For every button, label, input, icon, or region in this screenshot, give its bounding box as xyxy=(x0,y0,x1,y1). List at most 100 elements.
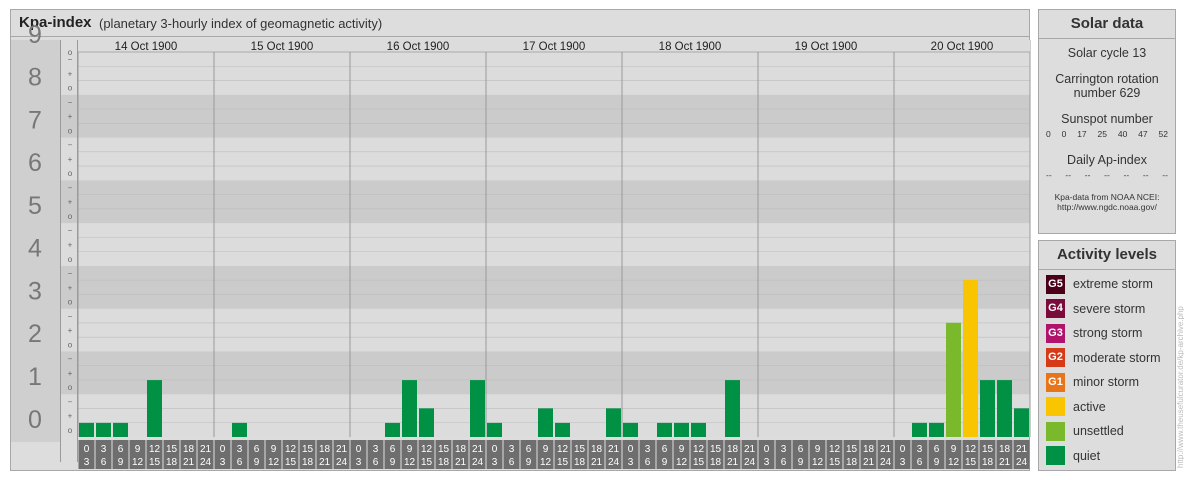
activity-level-item: G4 severe storm xyxy=(1046,299,1145,319)
interval-end-label: 12 xyxy=(404,457,416,468)
interval-start-label: 3 xyxy=(101,444,107,455)
interval-end-label: 21 xyxy=(863,457,875,468)
interval-start-label: 21 xyxy=(336,444,348,455)
interval-end-label: 6 xyxy=(101,457,107,468)
y-tick-label: 1 xyxy=(28,363,42,391)
interval-end-label: 21 xyxy=(319,457,331,468)
kpa-bar xyxy=(1014,408,1029,437)
interval-end-label: 12 xyxy=(540,457,552,468)
interval-start-label: 6 xyxy=(118,444,124,455)
y-minor-tick-label: o xyxy=(68,426,73,435)
interval-end-label: 24 xyxy=(1016,457,1028,468)
kp-band xyxy=(11,351,1030,395)
kp-band xyxy=(11,52,1030,95)
interval-start-label: 0 xyxy=(84,444,90,455)
interval-start-label: 3 xyxy=(645,444,651,455)
interval-start-label: 6 xyxy=(526,444,532,455)
activity-level-swatch: G4 xyxy=(1046,299,1065,318)
interval-end-label: 9 xyxy=(662,457,668,468)
interval-end-label: 12 xyxy=(132,457,144,468)
interval-end-label: 18 xyxy=(438,457,450,468)
ap-value: -- xyxy=(1046,170,1052,180)
day-date-label: 18 Oct 1900 xyxy=(659,41,722,53)
activity-level-item: active xyxy=(1046,397,1106,417)
interval-end-label: 12 xyxy=(268,457,280,468)
kpa-bar xyxy=(147,380,162,437)
kpa-bar xyxy=(555,422,570,437)
kp-band xyxy=(11,265,1030,309)
activity-level-item: G2 moderate storm xyxy=(1046,348,1161,368)
interval-end-label: 15 xyxy=(421,457,433,468)
y-minor-tick-label: + xyxy=(68,69,73,78)
y-minor-tick-label: + xyxy=(68,241,73,250)
kpa-bar xyxy=(912,422,927,437)
interval-start-label: 21 xyxy=(472,444,484,455)
interval-end-label: 24 xyxy=(472,457,484,468)
activity-level-swatch: G5 xyxy=(1046,274,1065,294)
day-date-label: 16 Oct 1900 xyxy=(387,41,450,53)
kpa-bar xyxy=(674,422,689,437)
interval-start-label: 12 xyxy=(965,444,977,455)
interval-start-label: 12 xyxy=(285,444,297,455)
y-minor-tick-label: − xyxy=(68,141,73,150)
interval-start-label: 0 xyxy=(900,444,906,455)
day-date-label: 17 Oct 1900 xyxy=(523,41,586,53)
y-minor-tick-label: o xyxy=(68,126,73,135)
activity-level-label: minor storm xyxy=(1073,375,1139,389)
y-minor-tick-label: o xyxy=(68,169,73,178)
sunspot-values: 0 0 17 25 40 47 52 xyxy=(1039,129,1175,139)
interval-end-label: 24 xyxy=(200,457,212,468)
interval-end-label: 9 xyxy=(798,457,804,468)
interval-start-label: 18 xyxy=(183,444,195,455)
interval-start-label: 12 xyxy=(829,444,841,455)
activity-level-swatch xyxy=(1046,397,1065,416)
interval-start-label: 3 xyxy=(237,444,243,455)
interval-start-label: 0 xyxy=(764,444,770,455)
interval-start-label: 21 xyxy=(744,444,756,455)
kp-band xyxy=(11,394,1030,437)
y-tick-label: 4 xyxy=(28,235,42,263)
interval-start-label: 9 xyxy=(543,444,549,455)
interval-start-label: 0 xyxy=(220,444,226,455)
kp-band xyxy=(11,308,1030,352)
y-minor-tick-label: o xyxy=(68,212,73,221)
interval-start-label: 3 xyxy=(917,444,923,455)
interval-end-label: 15 xyxy=(965,457,977,468)
ap-value: -- xyxy=(1104,170,1110,180)
interval-start-label: 15 xyxy=(166,444,178,455)
interval-end-label: 6 xyxy=(373,457,379,468)
interval-end-label: 6 xyxy=(237,457,243,468)
interval-start-label: 12 xyxy=(693,444,705,455)
data-source-link[interactable]: http://www.ngdc.noaa.gov/ xyxy=(1039,202,1175,212)
interval-start-label: 6 xyxy=(254,444,260,455)
sunspot-value: 47 xyxy=(1138,129,1148,139)
interval-start-label: 18 xyxy=(727,444,739,455)
ap-value: -- xyxy=(1065,170,1072,180)
activity-level-label: strong storm xyxy=(1073,326,1143,340)
kpa-bar xyxy=(929,422,944,437)
activity-level-item: G5 extreme storm xyxy=(1046,274,1153,294)
activity-level-swatch: G3 xyxy=(1046,323,1065,343)
activity-level-swatch: G1 xyxy=(1046,372,1065,392)
interval-end-label: 6 xyxy=(917,457,923,468)
interval-start-label: 18 xyxy=(591,444,603,455)
activity-level-swatch xyxy=(1046,446,1065,465)
interval-end-label: 3 xyxy=(220,457,226,468)
kpa-bar xyxy=(725,380,740,437)
interval-start-label: 0 xyxy=(492,444,498,455)
kpa-bar xyxy=(113,422,128,437)
interval-end-label: 3 xyxy=(628,457,634,468)
interval-start-label: 0 xyxy=(628,444,634,455)
data-source-label: Kpa-data from NOAA NCEI: xyxy=(1054,192,1160,202)
y-minor-tick-label: − xyxy=(68,397,73,406)
kpa-bar xyxy=(980,380,995,437)
interval-end-label: 18 xyxy=(166,457,178,468)
ap-value: -- xyxy=(1162,170,1168,180)
interval-end-label: 24 xyxy=(336,457,348,468)
interval-end-label: 9 xyxy=(118,457,124,468)
interval-start-label: 6 xyxy=(662,444,668,455)
activity-level-label: severe storm xyxy=(1073,301,1146,316)
interval-start-label: 15 xyxy=(438,444,450,455)
activity-levels-panel: Activity levels G5 extreme storm G4 severe … xyxy=(1038,240,1176,471)
solar-cycle: Solar cycle 13 xyxy=(1067,46,1147,60)
